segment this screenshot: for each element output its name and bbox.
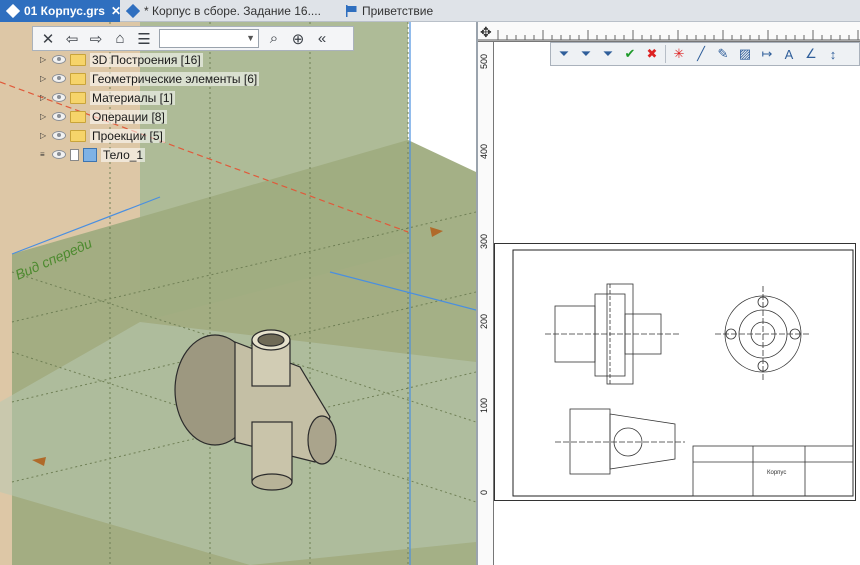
tree-item[interactable]: ▷ Геометрические элементы [6] [40,69,260,88]
tree-item[interactable]: ▷ Операции [8] [40,107,259,126]
main-view [545,283,680,385]
title-block-name: Корпус [767,470,786,476]
ruler-tick-label: 300 [479,234,489,250]
home-icon[interactable]: ⌂ [111,30,129,47]
dimension-icon[interactable]: ↕ [824,47,842,62]
flag-icon [344,4,358,18]
ruler-tick-label: 400 [479,144,489,160]
tab-korpus-v-sbore[interactable]: * Корпус в сборе. Задание 16.... [120,0,338,22]
filter-icon[interactable]: ⏷ [577,46,595,62]
tree-item[interactable]: ▷ 3D Построения [16] [40,50,259,69]
hatch-icon[interactable]: ▨ [736,46,754,62]
document-icon [5,3,21,19]
3d-viewport[interactable]: Вид спереди ✕ ⇦ ⇨ ⌂ ☰ ▼ ⌕ ⊕ « ▷ 3D Постр… [0,22,476,565]
ruler-tick-label: 500 [479,54,489,70]
tree-item-label: Материалы [1] [90,90,175,105]
folder-icon [70,53,86,66]
search-icon[interactable]: ⌕ [265,30,283,47]
tree-toolbar: ✕ ⇦ ⇨ ⌂ ☰ ▼ ⌕ ⊕ « [32,26,354,51]
text-icon[interactable]: A [780,47,798,62]
tree-item-label: Геометрические элементы [6] [90,71,260,86]
tab-label: 01 Корпус.grs [24,4,105,18]
tree-item-label: Проекции [5] [90,128,165,143]
tree-item[interactable]: ≡ Тело_1 [40,145,259,164]
visibility-eye-icon[interactable] [52,150,66,159]
tab-korpus-grs[interactable]: 01 Корпус.grs ✕ [0,0,120,22]
tab-label: * Корпус в сборе. Задание 16.... [144,4,321,18]
model-tree: ▷ 3D Построения [16] ▷ Геометрические эл… [40,50,260,164]
vertical-ruler: 500 400 300 200 100 0 [478,42,494,565]
chevron-down-icon: ▼ [246,33,255,43]
body-cube-icon [83,147,97,162]
angle-dimension-icon[interactable]: ∠ [802,46,820,62]
drawing-sheet[interactable]: Корпус [494,243,856,501]
horizontal-ruler: ✥ [478,22,860,42]
folder-icon [70,110,86,123]
check-icon[interactable]: ✔ [621,46,639,62]
cancel-filter-icon[interactable]: ✖ [643,46,661,62]
ruler-tick-label: 200 [479,314,489,330]
visibility-eye-icon[interactable] [52,74,66,83]
folder-icon [70,91,86,104]
top-view [555,408,685,475]
side-view [715,286,811,382]
tree-item-label: 3D Построения [16] [90,52,203,67]
drawing-content: Корпус [512,249,854,497]
drag-handle-icon[interactable]: ≡ [40,150,48,159]
expand-icon[interactable]: ▷ [40,74,48,83]
visibility-eye-icon[interactable] [52,131,66,140]
tree-item[interactable]: ▷ Материалы [1] [40,88,259,107]
ruler-tick-label: 0 [479,490,489,496]
ruler-tick-label: 100 [479,398,489,414]
folder-icon [70,72,86,85]
page-icon [70,148,79,161]
visibility-eye-icon[interactable] [52,55,66,64]
expand-icon[interactable]: ▷ [40,112,48,121]
document-tab-bar: 01 Корпус.grs ✕ * Корпус в сборе. Задани… [0,0,860,22]
folder-icon [70,129,86,142]
back-arrow-icon[interactable]: ⇦ [63,30,81,48]
filter-settings-icon[interactable]: ⏷ [599,46,617,62]
tree-item[interactable]: ▷ Проекции [5] [40,126,259,145]
tree-item-label: Тело_1 [101,147,146,162]
filter-icon[interactable]: ⏷ [555,46,573,62]
pen-icon[interactable]: ✎ [714,46,732,62]
expand-icon[interactable]: ▷ [40,93,48,102]
move-crosshair-icon: ✥ [480,24,492,40]
list-menu-icon[interactable]: ☰ [135,30,153,48]
document-icon [125,3,141,19]
visibility-eye-icon[interactable] [52,93,66,102]
separator [665,45,666,63]
filter-combobox[interactable]: ▼ [159,29,259,48]
close-icon[interactable]: ✕ [39,30,57,48]
visibility-eye-icon[interactable] [52,112,66,121]
dimension-icon[interactable]: ↦ [758,46,776,62]
forward-arrow-icon[interactable]: ⇨ [87,30,105,48]
expand-icon[interactable]: ▷ [40,55,48,64]
tree-item-label: Операции [8] [90,109,167,124]
tab-welcome[interactable]: Приветствие [338,0,498,22]
line-icon[interactable]: ╱ [692,46,710,62]
drawing-toolbar: ⏷ ⏷ ⏷ ✔ ✖ ✳ ╱ ✎ ▨ ↦ A ∠ ↕ [550,42,860,66]
target-icon[interactable]: ⊕ [289,30,307,48]
expand-icon[interactable]: ▷ [40,131,48,140]
tab-label: Приветствие [362,4,434,18]
close-tab-icon[interactable]: ✕ [111,4,120,18]
collapse-icon[interactable]: « [313,30,331,47]
snap-point-icon[interactable]: ✳ [670,46,688,62]
